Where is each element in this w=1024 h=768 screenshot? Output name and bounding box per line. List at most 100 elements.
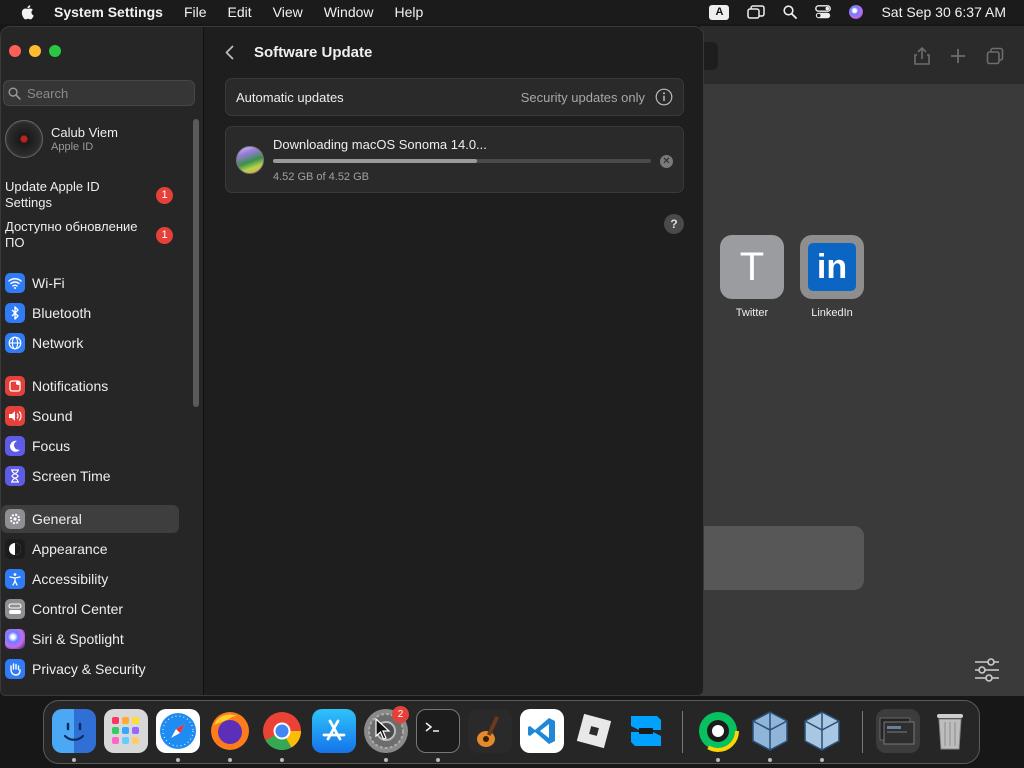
siri-icon <box>5 629 25 649</box>
webex-icon[interactable] <box>696 709 740 753</box>
download-progress-fill <box>273 159 478 163</box>
download-size: 4.52 GB of 4.52 GB <box>273 171 370 183</box>
sidebar-item-network[interactable]: Network <box>1 329 179 357</box>
sidebar-item-sound[interactable]: Sound <box>1 402 179 430</box>
menu-help[interactable]: Help <box>395 4 424 20</box>
share-icon[interactable] <box>912 46 932 66</box>
virtualbox-icon[interactable] <box>748 709 792 753</box>
download-title: Downloading macOS Sonoma 14.0... <box>273 137 487 152</box>
apple-id-profile[interactable]: Calub Viem Apple ID <box>5 120 118 158</box>
automatic-updates-row: Automatic updates Security updates only <box>225 78 684 116</box>
input-source-icon[interactable]: A <box>709 4 730 20</box>
virtualbox-vm-icon[interactable] <box>800 709 844 753</box>
twitter-label: Twitter <box>735 307 769 319</box>
roblox-icon[interactable] <box>572 709 616 753</box>
roblox-studio-icon[interactable] <box>624 709 668 753</box>
menu-edit[interactable]: Edit <box>228 4 252 20</box>
sidebar-item-focus[interactable]: Focus <box>1 432 179 460</box>
system-settings-window: Search Calub Viem Apple ID Update Apple … <box>0 26 704 696</box>
app-store-icon[interactable] <box>312 709 356 753</box>
finder-running-dot <box>72 758 76 762</box>
sidebar-item-appearance[interactable]: Appearance <box>1 535 179 563</box>
safari-icon[interactable] <box>156 709 200 753</box>
twitter-tile[interactable]: T <box>720 235 784 299</box>
linkedin-tile[interactable]: in <box>800 235 864 299</box>
minimize-window-button[interactable] <box>29 45 41 57</box>
search-placeholder: Search <box>27 85 69 101</box>
firefox-icon[interactable] <box>208 709 252 753</box>
virtualbox-vm-running-dot <box>820 758 824 762</box>
control-center-icon[interactable] <box>815 5 832 19</box>
menu-clock[interactable]: Sat Sep 30 6:37 AM <box>881 4 1006 20</box>
apple-menu-icon[interactable] <box>20 4 34 20</box>
sidebar-item-general[interactable]: General <box>1 505 179 533</box>
update-apple-id-settings-item[interactable]: Update Apple ID Settings 1 <box>5 179 177 211</box>
downloads-stack-icon[interactable] <box>876 709 920 753</box>
menu-bar: System Settings File Edit View Window He… <box>0 0 1024 24</box>
download-progress-bar <box>273 159 651 163</box>
dock: 2 <box>43 700 980 764</box>
download-progress-card: Downloading macOS Sonoma 14.0... 4.52 GB… <box>225 126 684 193</box>
background-card[interactable] <box>700 526 864 590</box>
zoom-window-button[interactable] <box>49 45 61 57</box>
linkedin-icon: in <box>808 243 856 291</box>
menu-view[interactable]: View <box>273 4 303 20</box>
finder-icon[interactable] <box>52 709 96 753</box>
background-app-window: T Twitter in LinkedIn <box>700 26 1024 696</box>
sidebar-item-wifi[interactable]: Wi-Fi <box>1 269 179 297</box>
siri-icon[interactable] <box>849 5 864 19</box>
system-settings-running-dot <box>384 758 388 762</box>
close-window-button[interactable] <box>9 45 21 57</box>
accessibility-icon <box>5 569 25 589</box>
sidebar-item-control-center[interactable]: Control Center <box>1 595 179 623</box>
automatic-updates-value: Security updates only <box>520 89 645 105</box>
settings-badge: 2 <box>392 706 409 723</box>
hand-icon <box>5 659 25 679</box>
terminal-icon[interactable] <box>416 709 460 753</box>
automatic-updates-label: Automatic updates <box>236 89 344 105</box>
notification-badge: 1 <box>156 227 173 244</box>
sidebar-scrollbar[interactable] <box>193 119 199 407</box>
sidebar-item-accessibility[interactable]: Accessibility <box>1 565 179 593</box>
garageband-icon[interactable] <box>468 709 512 753</box>
sidebar-item-privacy-security[interactable]: Privacy & Security <box>1 655 179 683</box>
back-button[interactable] <box>225 44 239 60</box>
sidebar-item-screen-time[interactable]: Screen Time <box>1 462 179 490</box>
stage-manager-icon[interactable] <box>747 5 766 19</box>
sidebar-item-label: Wi-Fi <box>32 275 65 291</box>
appearance-icon <box>5 539 25 559</box>
vscode-icon[interactable] <box>520 709 564 753</box>
sidebar-item-notifications[interactable]: Notifications <box>1 372 179 400</box>
sidebar-item-siri-spotlight[interactable]: Siri & Spotlight <box>1 625 179 653</box>
menu-window[interactable]: Window <box>324 4 374 20</box>
linkedin-label: LinkedIn <box>811 307 853 319</box>
cancel-download-button[interactable]: ✕ <box>660 155 673 168</box>
dock-separator <box>682 711 683 753</box>
sidebar-item-label: General <box>32 511 82 527</box>
software-update-available-item[interactable]: Доступно обновление ПО 1 <box>5 219 177 251</box>
twitter-glyph: T <box>739 244 765 289</box>
tab-overview-icon[interactable] <box>985 46 1005 66</box>
help-button[interactable]: ? <box>664 214 684 234</box>
trash-icon[interactable] <box>928 709 972 753</box>
profile-subtitle: Apple ID <box>51 141 94 153</box>
chrome-icon[interactable] <box>260 709 304 753</box>
spotlight-search-icon[interactable] <box>783 5 798 19</box>
sidebar-search-field[interactable]: Search <box>3 80 195 106</box>
app-menu[interactable]: System Settings <box>54 4 163 20</box>
macos-sonoma-icon <box>236 146 264 174</box>
bluetooth-icon <box>5 303 25 323</box>
sidebar-item-bluetooth[interactable]: Bluetooth <box>1 299 179 327</box>
launchpad-icon[interactable] <box>104 709 148 753</box>
webex-running-dot <box>716 758 720 762</box>
info-icon[interactable] <box>655 88 673 106</box>
gear-icon <box>5 509 25 529</box>
speaker-icon <box>5 406 25 426</box>
sliders-icon[interactable] <box>974 658 1000 682</box>
menu-file[interactable]: File <box>184 4 207 20</box>
new-tab-icon[interactable] <box>948 46 968 66</box>
sidebar-item-label: Focus <box>32 438 71 454</box>
bell-icon <box>5 376 25 396</box>
safari-running-dot <box>176 758 180 762</box>
avatar <box>5 120 43 158</box>
